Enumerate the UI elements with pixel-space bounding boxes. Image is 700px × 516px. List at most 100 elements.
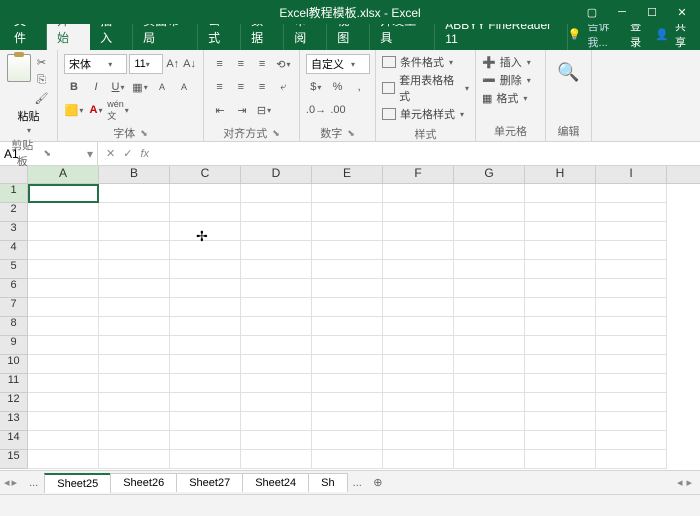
increase-decimal-icon[interactable]: .0→	[306, 100, 326, 120]
italic-button[interactable]: I	[86, 77, 106, 97]
cell[interactable]	[525, 260, 596, 279]
column-header[interactable]: B	[99, 166, 170, 183]
cell[interactable]	[454, 393, 525, 412]
cell[interactable]	[454, 298, 525, 317]
cell[interactable]	[28, 260, 99, 279]
cell[interactable]	[525, 203, 596, 222]
cell[interactable]	[99, 374, 170, 393]
row-header[interactable]: 3	[0, 222, 28, 241]
cell[interactable]	[454, 279, 525, 298]
number-format-select[interactable]: 自定义▾	[306, 54, 370, 74]
paste-button[interactable]: ✂ ⎘ 🖌 粘贴 ▾	[6, 54, 51, 135]
cell[interactable]	[170, 241, 241, 260]
row-header[interactable]: 15	[0, 450, 28, 469]
row-header[interactable]: 9	[0, 336, 28, 355]
close-icon[interactable]: ✕	[668, 2, 696, 22]
column-header[interactable]: G	[454, 166, 525, 183]
cell[interactable]	[596, 279, 667, 298]
cell[interactable]	[28, 374, 99, 393]
increase-indent-icon[interactable]: ⇥	[232, 100, 252, 120]
cell[interactable]	[312, 336, 383, 355]
cell[interactable]	[170, 184, 241, 203]
cell[interactable]	[596, 374, 667, 393]
cell[interactable]	[28, 317, 99, 336]
percent-icon[interactable]: %	[328, 77, 348, 97]
sheet-more-icon[interactable]: ...	[347, 477, 368, 489]
cell[interactable]	[596, 260, 667, 279]
align-right-icon[interactable]: ≡	[253, 77, 272, 97]
cell[interactable]	[596, 298, 667, 317]
cell[interactable]	[312, 374, 383, 393]
cell[interactable]	[99, 279, 170, 298]
cell[interactable]	[383, 298, 454, 317]
find-select-button[interactable]: 🔍	[557, 62, 579, 83]
cell[interactable]	[28, 184, 99, 203]
sheet-nav-next-icon[interactable]: ▸	[12, 476, 18, 489]
column-header[interactable]: I	[596, 166, 667, 183]
cell[interactable]	[312, 412, 383, 431]
cell[interactable]	[383, 241, 454, 260]
cell[interactable]	[596, 431, 667, 450]
cell[interactable]	[241, 203, 312, 222]
fill-color-button[interactable]: 🟨▾	[64, 100, 84, 120]
delete-cells-button[interactable]: ➖删除▾	[482, 72, 539, 88]
cell[interactable]	[241, 336, 312, 355]
cell[interactable]	[525, 222, 596, 241]
cell[interactable]	[596, 222, 667, 241]
align-launcher-icon[interactable]: ⬊	[272, 128, 280, 139]
sheet-tab[interactable]: Sheet26	[110, 473, 177, 492]
cell[interactable]	[454, 431, 525, 450]
cell[interactable]	[28, 222, 99, 241]
maximize-icon[interactable]: ☐	[638, 2, 666, 22]
cell[interactable]	[383, 279, 454, 298]
cell[interactable]	[99, 431, 170, 450]
cell[interactable]	[596, 355, 667, 374]
cell[interactable]	[454, 336, 525, 355]
cell[interactable]	[383, 374, 454, 393]
cell[interactable]	[596, 450, 667, 469]
cut-icon[interactable]: ✂	[33, 54, 51, 70]
increase-font-icon[interactable]: A↑	[165, 54, 180, 74]
sheet-tab[interactable]: Sheet25	[44, 473, 111, 493]
cell[interactable]	[170, 450, 241, 469]
sheet-tab[interactable]: Sheet27	[176, 473, 243, 492]
row-header[interactable]: 7	[0, 298, 28, 317]
cell[interactable]	[454, 260, 525, 279]
cell[interactable]	[525, 317, 596, 336]
cell[interactable]	[383, 450, 454, 469]
column-header[interactable]: E	[312, 166, 383, 183]
cell[interactable]	[383, 412, 454, 431]
cell[interactable]	[170, 393, 241, 412]
cell[interactable]	[241, 317, 312, 336]
cell[interactable]	[241, 355, 312, 374]
decrease-indent-icon[interactable]: ⇤	[210, 100, 230, 120]
font-a2[interactable]: A	[174, 77, 194, 97]
cell[interactable]	[28, 241, 99, 260]
font-a1[interactable]: A	[152, 77, 172, 97]
name-box[interactable]: A1 ▾	[0, 142, 98, 165]
cell[interactable]	[28, 336, 99, 355]
comma-icon[interactable]: ,	[349, 77, 369, 97]
cell[interactable]	[525, 374, 596, 393]
cell[interactable]	[170, 317, 241, 336]
cell[interactable]	[99, 222, 170, 241]
cell[interactable]	[99, 184, 170, 203]
cell[interactable]	[454, 184, 525, 203]
border-button[interactable]: ▦▾	[130, 77, 150, 97]
cell[interactable]	[99, 203, 170, 222]
cell[interactable]	[170, 298, 241, 317]
cell[interactable]	[241, 374, 312, 393]
cell[interactable]	[454, 222, 525, 241]
cell[interactable]	[170, 355, 241, 374]
cell[interactable]	[454, 317, 525, 336]
row-header[interactable]: 4	[0, 241, 28, 260]
wrap-text-icon[interactable]: ⤶	[274, 77, 293, 97]
cell[interactable]	[312, 260, 383, 279]
phonetic-button[interactable]: wén文▾	[108, 100, 128, 120]
column-header[interactable]: F	[383, 166, 454, 183]
column-header[interactable]: A	[28, 166, 99, 183]
cell[interactable]	[241, 241, 312, 260]
cell[interactable]	[383, 184, 454, 203]
insert-cells-button[interactable]: ➕插入▾	[482, 54, 539, 70]
font-launcher-icon[interactable]: ⬊	[140, 128, 148, 139]
